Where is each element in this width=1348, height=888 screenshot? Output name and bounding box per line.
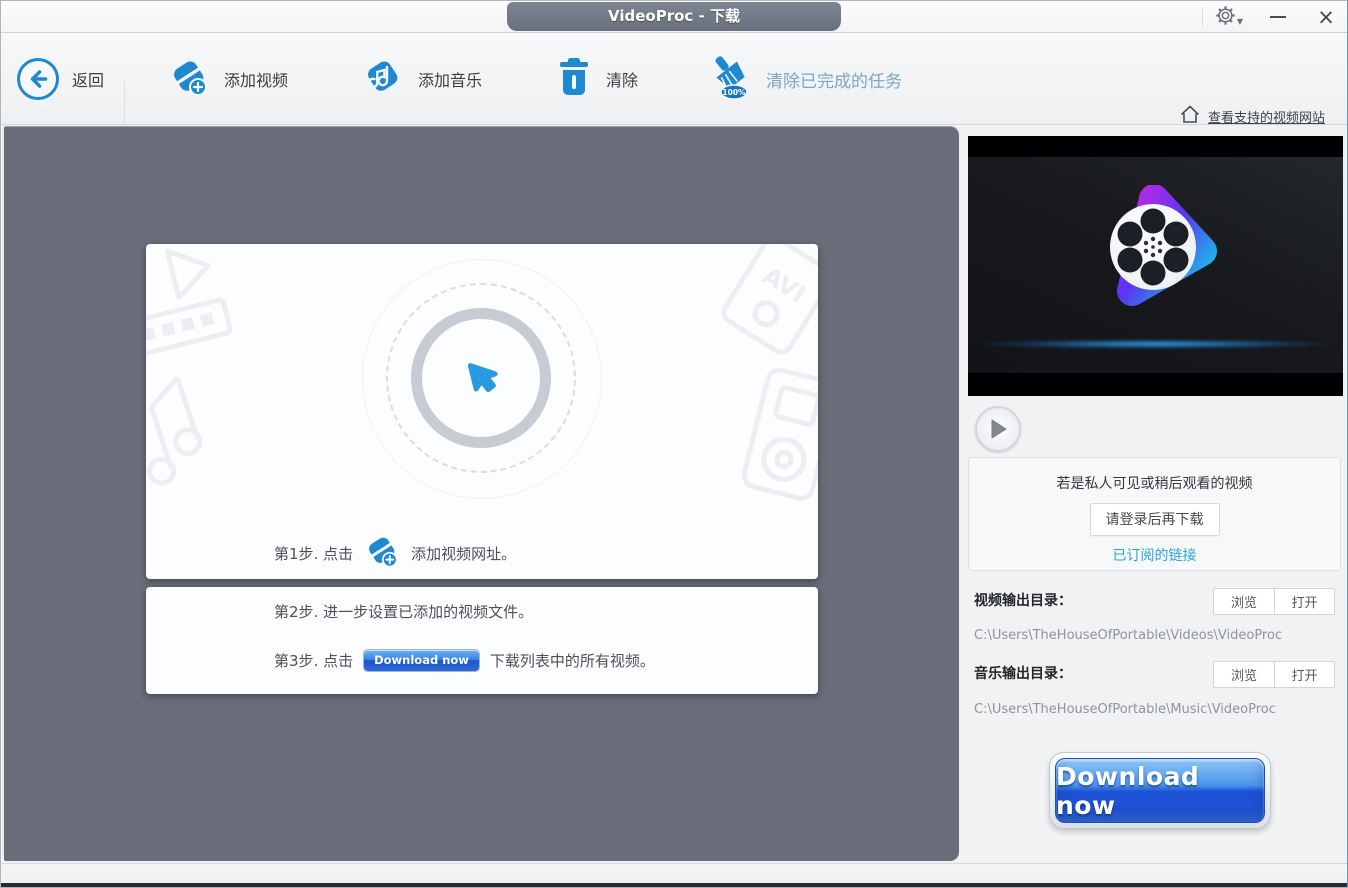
titlebar-divider [1202, 7, 1203, 27]
title-bar: VideoProc - 下载 ▼ × [1, 1, 1347, 33]
add-video-label: 添加视频 [224, 71, 289, 90]
toolbar: 返回 添加视频 添加音乐 清除 100% 清除已完成的任务 查看支持的视频网站 [1, 33, 1347, 143]
window-bottom-edge [1, 883, 1347, 887]
step1-suffix: 添加视频网址。 [411, 544, 517, 563]
watermark-music-note-icon [147, 375, 203, 486]
video-output-dir-label: 视频输出目录： [974, 593, 1072, 609]
drop-zone[interactable] [362, 259, 602, 499]
add-video-icon [167, 55, 211, 103]
music-dir-buttons: 浏览 打开 [1213, 661, 1335, 688]
bottom-strip [1, 863, 1347, 883]
close-button[interactable]: × [1307, 1, 1345, 33]
play-button[interactable] [975, 406, 1021, 452]
music-output-dir-label: 音乐输出目录： [974, 666, 1072, 682]
download-now-button[interactable]: Download now [1049, 752, 1271, 829]
caret-down-icon: ▼ [1236, 16, 1244, 26]
add-music-button[interactable]: 添加音乐 [361, 49, 482, 109]
download-list-area: AVI 第1步. 点击 添加视频网址。 第2步. 进一步设置已添加的视频文件。 … [4, 126, 959, 861]
add-video-button[interactable]: 添加视频 [167, 49, 288, 109]
videoproc-logo [1090, 184, 1220, 319]
step3-suffix: 下载列表中的所有视频。 [489, 652, 655, 670]
video-preview [968, 136, 1343, 396]
login-notice-box: 若是私人可见或稍后观看的视频 请登录后再下载 已订阅的链接 [968, 457, 1341, 571]
add-video-small-icon [363, 532, 401, 574]
music-open-button[interactable]: 打开 [1274, 661, 1335, 688]
login-notice-text: 若是私人可见或稍后观看的视频 [1056, 476, 1253, 492]
clear-label: 清除 [606, 71, 639, 90]
close-icon: × [1317, 5, 1335, 29]
back-button[interactable]: 返回 [17, 49, 104, 109]
broom-badge: 100% [722, 88, 746, 97]
music-browse-button[interactable]: 浏览 [1213, 661, 1274, 688]
minimize-icon [1270, 16, 1286, 18]
cursor-icon [462, 357, 504, 405]
back-label: 返回 [72, 71, 105, 90]
video-browse-button[interactable]: 浏览 [1213, 588, 1274, 615]
trash-icon [555, 56, 593, 102]
window-title: VideoProc - 下载 [507, 2, 841, 31]
subscribed-links[interactable]: 已订阅的链接 [969, 545, 1340, 565]
add-music-label: 添加音乐 [418, 71, 483, 90]
supported-sites-label: 查看支持的视频网站 [1207, 111, 1325, 126]
login-button[interactable]: 请登录后再下载 [1089, 503, 1220, 536]
step2-text: 第2步. 进一步设置已添加的视频文件。 [274, 601, 533, 622]
settings-button[interactable]: ▼ [1211, 1, 1247, 33]
step1-text: 第1步. 点击 添加视频网址。 [274, 532, 516, 574]
video-output-dir-path: C:\Users\TheHouseOfPortable\Videos\Video… [974, 628, 1283, 643]
empty-state-card: AVI 第1步. 点击 添加视频网址。 [146, 244, 818, 579]
videoproc-window: VideoProc - 下载 ▼ × 返回 添加视频 添加音乐 清除 100% … [0, 0, 1348, 888]
broom-icon: 100% [705, 54, 753, 104]
watermark-avi-file-icon: AVI [721, 244, 818, 355]
clear-finished-label: 清除已完成的任务 [766, 71, 902, 92]
instructions-card: 第2步. 进一步设置已添加的视频文件。 第3步. 点击 Download now… [146, 587, 818, 694]
download-now-label: Download now [1055, 758, 1265, 823]
add-music-icon [361, 55, 405, 103]
play-icon [991, 419, 1007, 439]
step3-prefix: 第3步. 点击 [274, 652, 354, 670]
step3-text: 第3步. 点击 Download now 下载列表中的所有视频。 [274, 649, 655, 672]
sidebar: 若是私人可见或稍后观看的视频 请登录后再下载 已订阅的链接 视频输出目录： 浏览… [959, 125, 1347, 863]
back-arrow-icon [17, 58, 59, 100]
clear-button[interactable]: 清除 [555, 49, 638, 109]
minimize-button[interactable] [1259, 1, 1297, 33]
video-preview-frame [968, 157, 1343, 373]
logo-glow [983, 339, 1328, 349]
download-now-mini-button: Download now [363, 649, 480, 672]
step2-label: 第2步. 进一步设置已添加的视频文件。 [274, 603, 534, 621]
gear-icon [1215, 5, 1236, 30]
video-open-button[interactable]: 打开 [1274, 588, 1335, 615]
clear-finished-button[interactable]: 100% 清除已完成的任务 [705, 49, 902, 109]
music-output-dir-path: C:\Users\TheHouseOfPortable\Music\VideoP… [974, 702, 1276, 717]
watermark-media-player-icon [741, 367, 818, 501]
step1-prefix: 第1步. 点击 [274, 544, 354, 563]
video-dir-buttons: 浏览 打开 [1213, 588, 1335, 615]
